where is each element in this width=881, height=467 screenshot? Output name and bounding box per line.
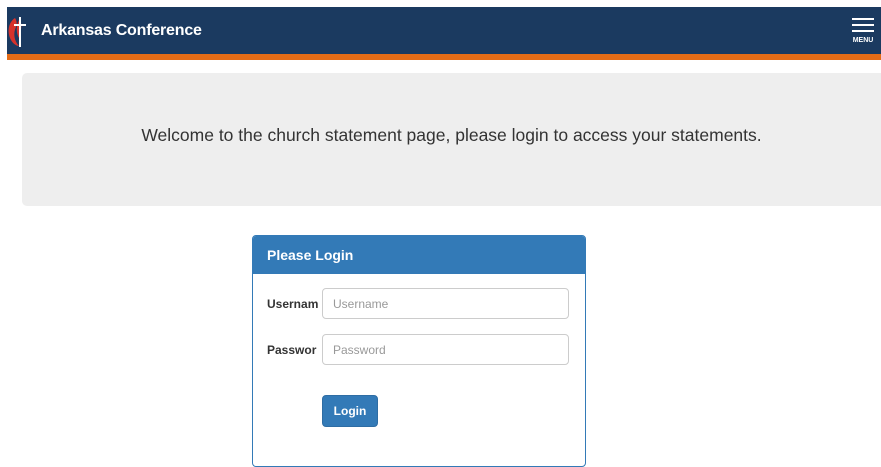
menu-button[interactable]: MENU bbox=[850, 14, 876, 48]
password-label: Passwor bbox=[267, 343, 317, 357]
login-panel-heading: Please Login bbox=[253, 236, 585, 274]
login-button[interactable]: Login bbox=[322, 395, 378, 427]
hamburger-menu-icon bbox=[852, 18, 874, 34]
password-row: Passwor bbox=[267, 334, 572, 366]
login-panel-title: Please Login bbox=[267, 247, 354, 263]
cross-and-flame-icon[interactable] bbox=[7, 16, 29, 48]
brand-title[interactable]: Arkansas Conference bbox=[41, 22, 202, 40]
top-navbar: Arkansas Conference MENU bbox=[7, 7, 881, 60]
welcome-banner: Welcome to the church statement page, pl… bbox=[22, 73, 881, 206]
welcome-message: Welcome to the church statement page, pl… bbox=[141, 125, 762, 145]
username-input[interactable] bbox=[322, 288, 569, 319]
username-label: Usernam bbox=[267, 297, 319, 311]
menu-label: MENU bbox=[852, 37, 874, 44]
password-input[interactable] bbox=[322, 334, 569, 365]
login-panel: Please Login Usernam Passwor Login bbox=[252, 235, 586, 467]
username-row: Usernam bbox=[267, 288, 572, 320]
